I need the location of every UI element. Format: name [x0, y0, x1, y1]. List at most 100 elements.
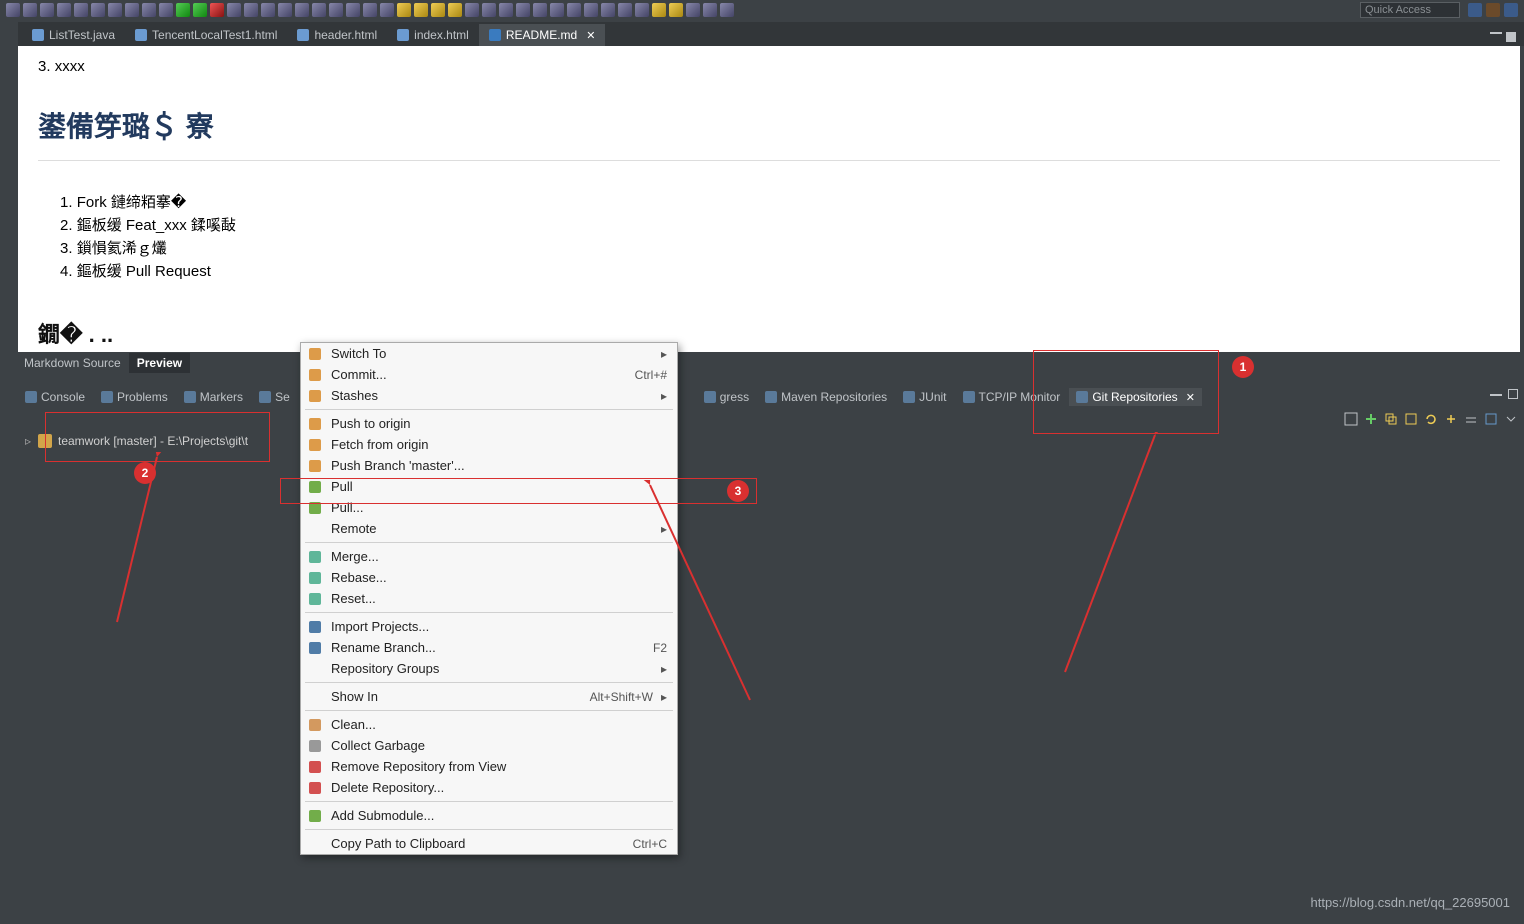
panel-tab[interactable]: JUnit	[896, 388, 953, 406]
editor-tab[interactable]: ListTest.java	[22, 24, 125, 46]
minimize-icon[interactable]	[1490, 394, 1502, 396]
toolbar-icon[interactable]	[142, 3, 156, 17]
toolbar-icon[interactable]	[6, 3, 20, 17]
menu-icon[interactable]	[1504, 412, 1518, 426]
toolbar-icon[interactable]	[176, 3, 190, 17]
panel-tab[interactable]: Markers	[177, 388, 250, 406]
menu-item[interactable]: Clean...	[301, 714, 677, 735]
toolbar-icon[interactable]	[312, 3, 326, 17]
toolbar-icon[interactable]	[261, 3, 275, 17]
menu-item[interactable]: Collect Garbage	[301, 735, 677, 756]
menu-item[interactable]: Push to origin	[301, 413, 677, 434]
menu-item[interactable]: Push Branch 'master'...	[301, 455, 677, 476]
menu-item[interactable]: Fetch from origin	[301, 434, 677, 455]
toolbar-icon[interactable]	[23, 3, 37, 17]
toolbar-icon[interactable]	[40, 3, 54, 17]
toolbar-icon[interactable]	[482, 3, 496, 17]
toolbar-icon[interactable]	[210, 3, 224, 17]
markdown-subtab[interactable]: Preview	[129, 353, 190, 373]
link-icon[interactable]	[1444, 412, 1458, 426]
menu-item[interactable]: Import Projects...	[301, 616, 677, 637]
toolbar-icon[interactable]	[108, 3, 122, 17]
menu-item[interactable]: Reset...	[301, 588, 677, 609]
toolbar-icon[interactable]	[618, 3, 632, 17]
toolbar-icon[interactable]	[499, 3, 513, 17]
maximize-icon[interactable]	[1508, 389, 1518, 399]
toolbar-icon[interactable]	[329, 3, 343, 17]
toolbar-icon[interactable]	[516, 3, 530, 17]
menu-item[interactable]: Pull	[301, 476, 677, 497]
toolbar-icon[interactable]	[414, 3, 428, 17]
menu-item[interactable]: Add Submodule...	[301, 805, 677, 826]
menu-item[interactable]: Switch To▸	[301, 343, 677, 364]
minimize-icon[interactable]	[1490, 32, 1502, 34]
collapse-icon[interactable]	[1464, 412, 1478, 426]
toolbar-icon[interactable]	[380, 3, 394, 17]
menu-item[interactable]: Pull...	[301, 497, 677, 518]
perspective-icon[interactable]	[1486, 3, 1500, 17]
add-repo-icon[interactable]	[1364, 412, 1378, 426]
toolbar-icon[interactable]	[295, 3, 309, 17]
close-icon[interactable]: ✕	[586, 29, 595, 42]
toolbar-icon[interactable]	[227, 3, 241, 17]
menu-item[interactable]: Rebase...	[301, 567, 677, 588]
toolbar-icon[interactable]	[465, 3, 479, 17]
panel-tab[interactable]: Se	[252, 388, 297, 406]
clone-repo-icon[interactable]	[1384, 412, 1398, 426]
editor-tab[interactable]: TencentLocalTest1.html	[125, 24, 287, 46]
toolbar-icon[interactable]	[159, 3, 173, 17]
toolbar-icon[interactable]	[669, 3, 683, 17]
perspective-icon[interactable]	[1504, 3, 1518, 17]
toolbar-icon[interactable]	[74, 3, 88, 17]
panel-tab[interactable]: TCP/IP Monitor	[956, 388, 1068, 406]
toolbar-icon[interactable]	[720, 3, 734, 17]
menu-item[interactable]: Merge...	[301, 546, 677, 567]
toolbar-icon[interactable]	[397, 3, 411, 17]
toolbar-icon[interactable]	[91, 3, 105, 17]
refresh-icon[interactable]	[1424, 412, 1438, 426]
toolbar-icon[interactable]	[703, 3, 717, 17]
toolbar-icon[interactable]	[125, 3, 139, 17]
menu-item[interactable]: Show InAlt+Shift+W▸	[301, 686, 677, 707]
menu-item[interactable]: Remote▸	[301, 518, 677, 539]
toolbar-icon[interactable]	[635, 3, 649, 17]
toolbar-icon[interactable]	[244, 3, 258, 17]
editor-tab[interactable]: header.html	[287, 24, 387, 46]
markdown-subtab[interactable]: Markdown Source	[16, 353, 129, 373]
toolbar-icon[interactable]	[601, 3, 615, 17]
hierarchy-icon[interactable]	[1484, 412, 1498, 426]
toolbar-icon[interactable]	[567, 3, 581, 17]
toolbar-icon[interactable]	[584, 3, 598, 17]
panel-tab[interactable]: Problems	[94, 388, 175, 406]
toolbar-icon[interactable]	[346, 3, 360, 17]
toolbar-icon[interactable]	[278, 3, 292, 17]
create-repo-icon[interactable]	[1404, 412, 1418, 426]
menu-item[interactable]: Copy Path to ClipboardCtrl+C	[301, 833, 677, 854]
expand-arrow-icon[interactable]: ▹	[24, 434, 32, 448]
toolbar-icon[interactable]	[57, 3, 71, 17]
panel-tab[interactable]: Console	[18, 388, 92, 406]
menu-item[interactable]: Remove Repository from View	[301, 756, 677, 777]
toolbar-icon[interactable]	[363, 3, 377, 17]
panel-tab[interactable]: gress	[697, 388, 756, 406]
menu-item[interactable]: Commit...Ctrl+#	[301, 364, 677, 385]
menu-item[interactable]: Stashes▸	[301, 385, 677, 406]
toolbar-icon[interactable]	[193, 3, 207, 17]
toolbar-icon[interactable]	[686, 3, 700, 17]
editor-tab[interactable]: index.html	[387, 24, 479, 46]
toolbar-icon[interactable]	[533, 3, 547, 17]
toolbar-icon[interactable]	[550, 3, 564, 17]
repo-tree-item[interactable]: ▹ teamwork [master] - E:\Projects\git\t	[18, 430, 1524, 452]
panel-tab[interactable]: Maven Repositories	[758, 388, 894, 406]
editor-tab[interactable]: README.md✕	[479, 24, 606, 46]
toolbar-icon[interactable]	[431, 3, 445, 17]
menu-item[interactable]: Rename Branch...F2	[301, 637, 677, 658]
panel-tab[interactable]: Git Repositories✕	[1069, 388, 1202, 406]
perspective-icon[interactable]	[1468, 3, 1482, 17]
quick-access-input[interactable]: Quick Access	[1360, 2, 1460, 18]
menu-item[interactable]: Delete Repository...	[301, 777, 677, 798]
view-menu-icon[interactable]	[1344, 412, 1358, 426]
maximize-icon[interactable]	[1506, 32, 1516, 42]
menu-item[interactable]: Repository Groups▸	[301, 658, 677, 679]
toolbar-icon[interactable]	[448, 3, 462, 17]
